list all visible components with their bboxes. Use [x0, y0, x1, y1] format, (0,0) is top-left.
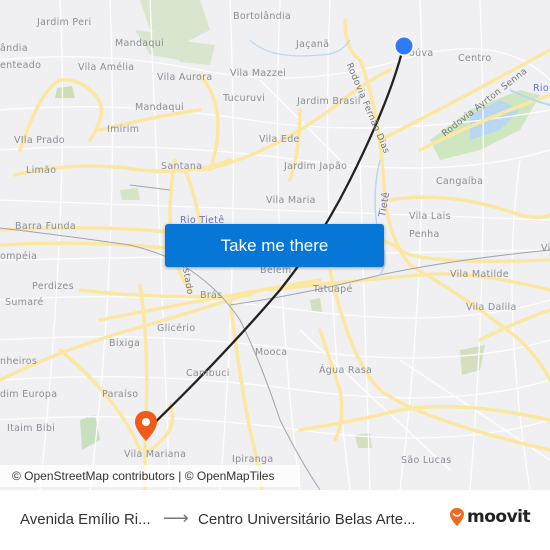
map-label: Sumaré: [5, 297, 44, 308]
map-attribution[interactable]: © OpenStreetMap contributors | © OpenMap…: [0, 465, 300, 487]
map-label: Cambuci: [186, 368, 230, 379]
map-label: Limão: [26, 165, 57, 176]
map-label: Vila Mariana: [124, 449, 187, 460]
map-label: Paraíso: [102, 389, 139, 400]
origin-dot-icon[interactable]: [393, 35, 415, 57]
map-label: Perdizes: [32, 281, 74, 292]
river-label: Rio: [533, 83, 549, 94]
map-label: Itaim Bibi: [7, 423, 56, 434]
footer-bar: Avenida Emílio Ri... ⟶ Centro Universitá…: [0, 490, 550, 550]
moovit-pin-icon: [450, 508, 464, 526]
map-label: Barra Funda: [15, 221, 76, 232]
moovit-logo[interactable]: moovit: [449, 507, 531, 527]
map-label: Vi: [541, 243, 550, 254]
map-label: Vila Amélia: [78, 62, 135, 73]
map-label: Vila Dalila: [466, 302, 517, 313]
map-label: Ipiranga: [232, 454, 274, 465]
map-label: nheiros: [0, 356, 38, 367]
map-label: enteado: [0, 60, 42, 71]
map-label: ândia: [0, 43, 28, 54]
map-label: Belém: [260, 265, 292, 276]
map-label: ompéia: [0, 251, 38, 262]
map-label: Centro: [458, 53, 492, 64]
destination-pin-icon[interactable]: [134, 410, 158, 442]
origin-name: Avenida Emílio Ri...: [20, 511, 151, 528]
map-label: Vila Matilde: [450, 269, 509, 280]
arrow-right-icon: ⟶: [163, 508, 189, 528]
map-label: Água Rasa: [319, 365, 373, 376]
map-label: Glicério: [157, 323, 196, 334]
map[interactable]: Jardim Peri Bortolândia ândia Mandaqui J…: [0, 0, 550, 490]
map-label: VIla Prado: [14, 135, 65, 146]
map-label: Imirim: [107, 124, 140, 135]
map-label: Santana: [161, 161, 203, 172]
destination-name: Centro Universitário Belas Arte...: [198, 511, 416, 528]
map-label: São Lucas: [401, 455, 452, 466]
map-label: Jardim Peri: [37, 17, 92, 28]
map-label: Tatuapé: [313, 284, 353, 295]
map-label: Mandaqui: [135, 102, 184, 113]
map-label: Vila Mazzei: [230, 68, 287, 79]
map-label: Vila Aurora: [157, 72, 213, 83]
map-label: Jardim Japão: [284, 161, 348, 172]
map-label: Bortolândia: [233, 11, 292, 22]
map-label: Vila Ede: [259, 134, 300, 145]
map-label: Bixiga: [109, 338, 141, 349]
map-label: dim Europa: [0, 389, 58, 400]
map-label: Tucuruvi: [223, 93, 266, 104]
map-label: Vila Maria: [266, 195, 316, 206]
map-label: Penha: [409, 229, 440, 240]
map-label: Mooca: [255, 347, 288, 358]
map-label: Jaçanã: [296, 39, 330, 50]
map-label: Jardim Brasil: [297, 96, 361, 107]
moovit-wordmark: moovit: [467, 507, 531, 527]
take-me-there-button[interactable]: Take me there: [165, 224, 384, 267]
map-label: Mandaqui: [115, 38, 164, 49]
map-label: Cangaíba: [436, 176, 484, 187]
map-label: Brás: [200, 290, 223, 301]
map-label: Vila Lais: [409, 211, 451, 222]
